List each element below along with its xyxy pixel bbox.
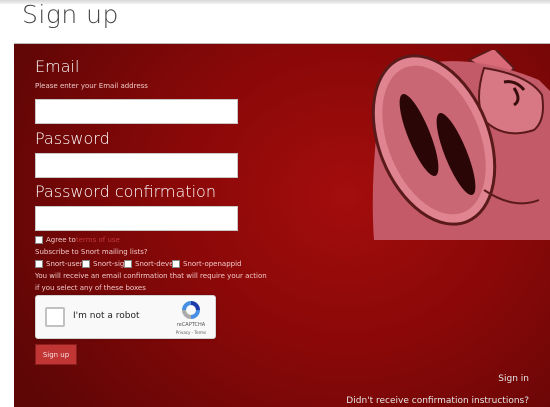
- recaptcha-widget: I'm not a robot reCAPTCHA Privacy - Term…: [35, 295, 216, 339]
- password-confirmation-field[interactable]: [35, 206, 238, 231]
- pig-snout-icon: [371, 50, 550, 240]
- confirmation-note-line-1: You will receive an email confirmation t…: [35, 272, 267, 280]
- snort-sigs-checkbox[interactable]: [82, 260, 90, 268]
- email-hint: Please enter your Email address: [35, 82, 148, 90]
- password-confirmation-label: Password confirmation: [35, 182, 216, 201]
- sign-up-button[interactable]: Sign up: [35, 344, 77, 365]
- password-field[interactable]: [35, 153, 238, 178]
- sign-in-link[interactable]: Sign in: [498, 374, 529, 384]
- snort-users-label: Snort-users: [46, 260, 87, 268]
- email-label: Email: [35, 57, 80, 76]
- recaptcha-brand: reCAPTCHA: [176, 322, 206, 328]
- signup-panel: Email Please enter your Email address Pa…: [14, 43, 550, 407]
- recaptcha-label: I'm not a robot: [73, 311, 140, 321]
- snort-sigs-label: Snort-sigs: [93, 260, 128, 268]
- snort-openappid-checkbox[interactable]: [172, 260, 180, 268]
- password-label: Password: [35, 129, 110, 148]
- email-field[interactable]: [35, 99, 238, 124]
- confirmation-note-line-2: if you select any of these boxes: [35, 284, 146, 292]
- snort-users-checkbox[interactable]: [35, 260, 43, 268]
- recaptcha-privacy-terms[interactable]: Privacy - Terms: [169, 330, 213, 335]
- snort-devel-label: Snort-devel: [135, 260, 176, 268]
- recaptcha-checkbox[interactable]: [45, 307, 65, 327]
- recaptcha-logo-icon: [182, 301, 200, 319]
- snort-devel-checkbox[interactable]: [124, 260, 132, 268]
- terms-link[interactable]: terms of use: [76, 236, 120, 244]
- agree-checkbox[interactable]: [35, 236, 43, 244]
- snort-openappid-label: Snort-openappid: [183, 260, 242, 268]
- subscribe-label: Subscribe to Snort mailing lists?: [35, 248, 148, 256]
- confirmation-instructions-link[interactable]: Didn't receive confirmation instructions…: [346, 396, 529, 406]
- page-title: Sign up: [22, 0, 119, 29]
- agree-label: Agree to: [46, 236, 76, 244]
